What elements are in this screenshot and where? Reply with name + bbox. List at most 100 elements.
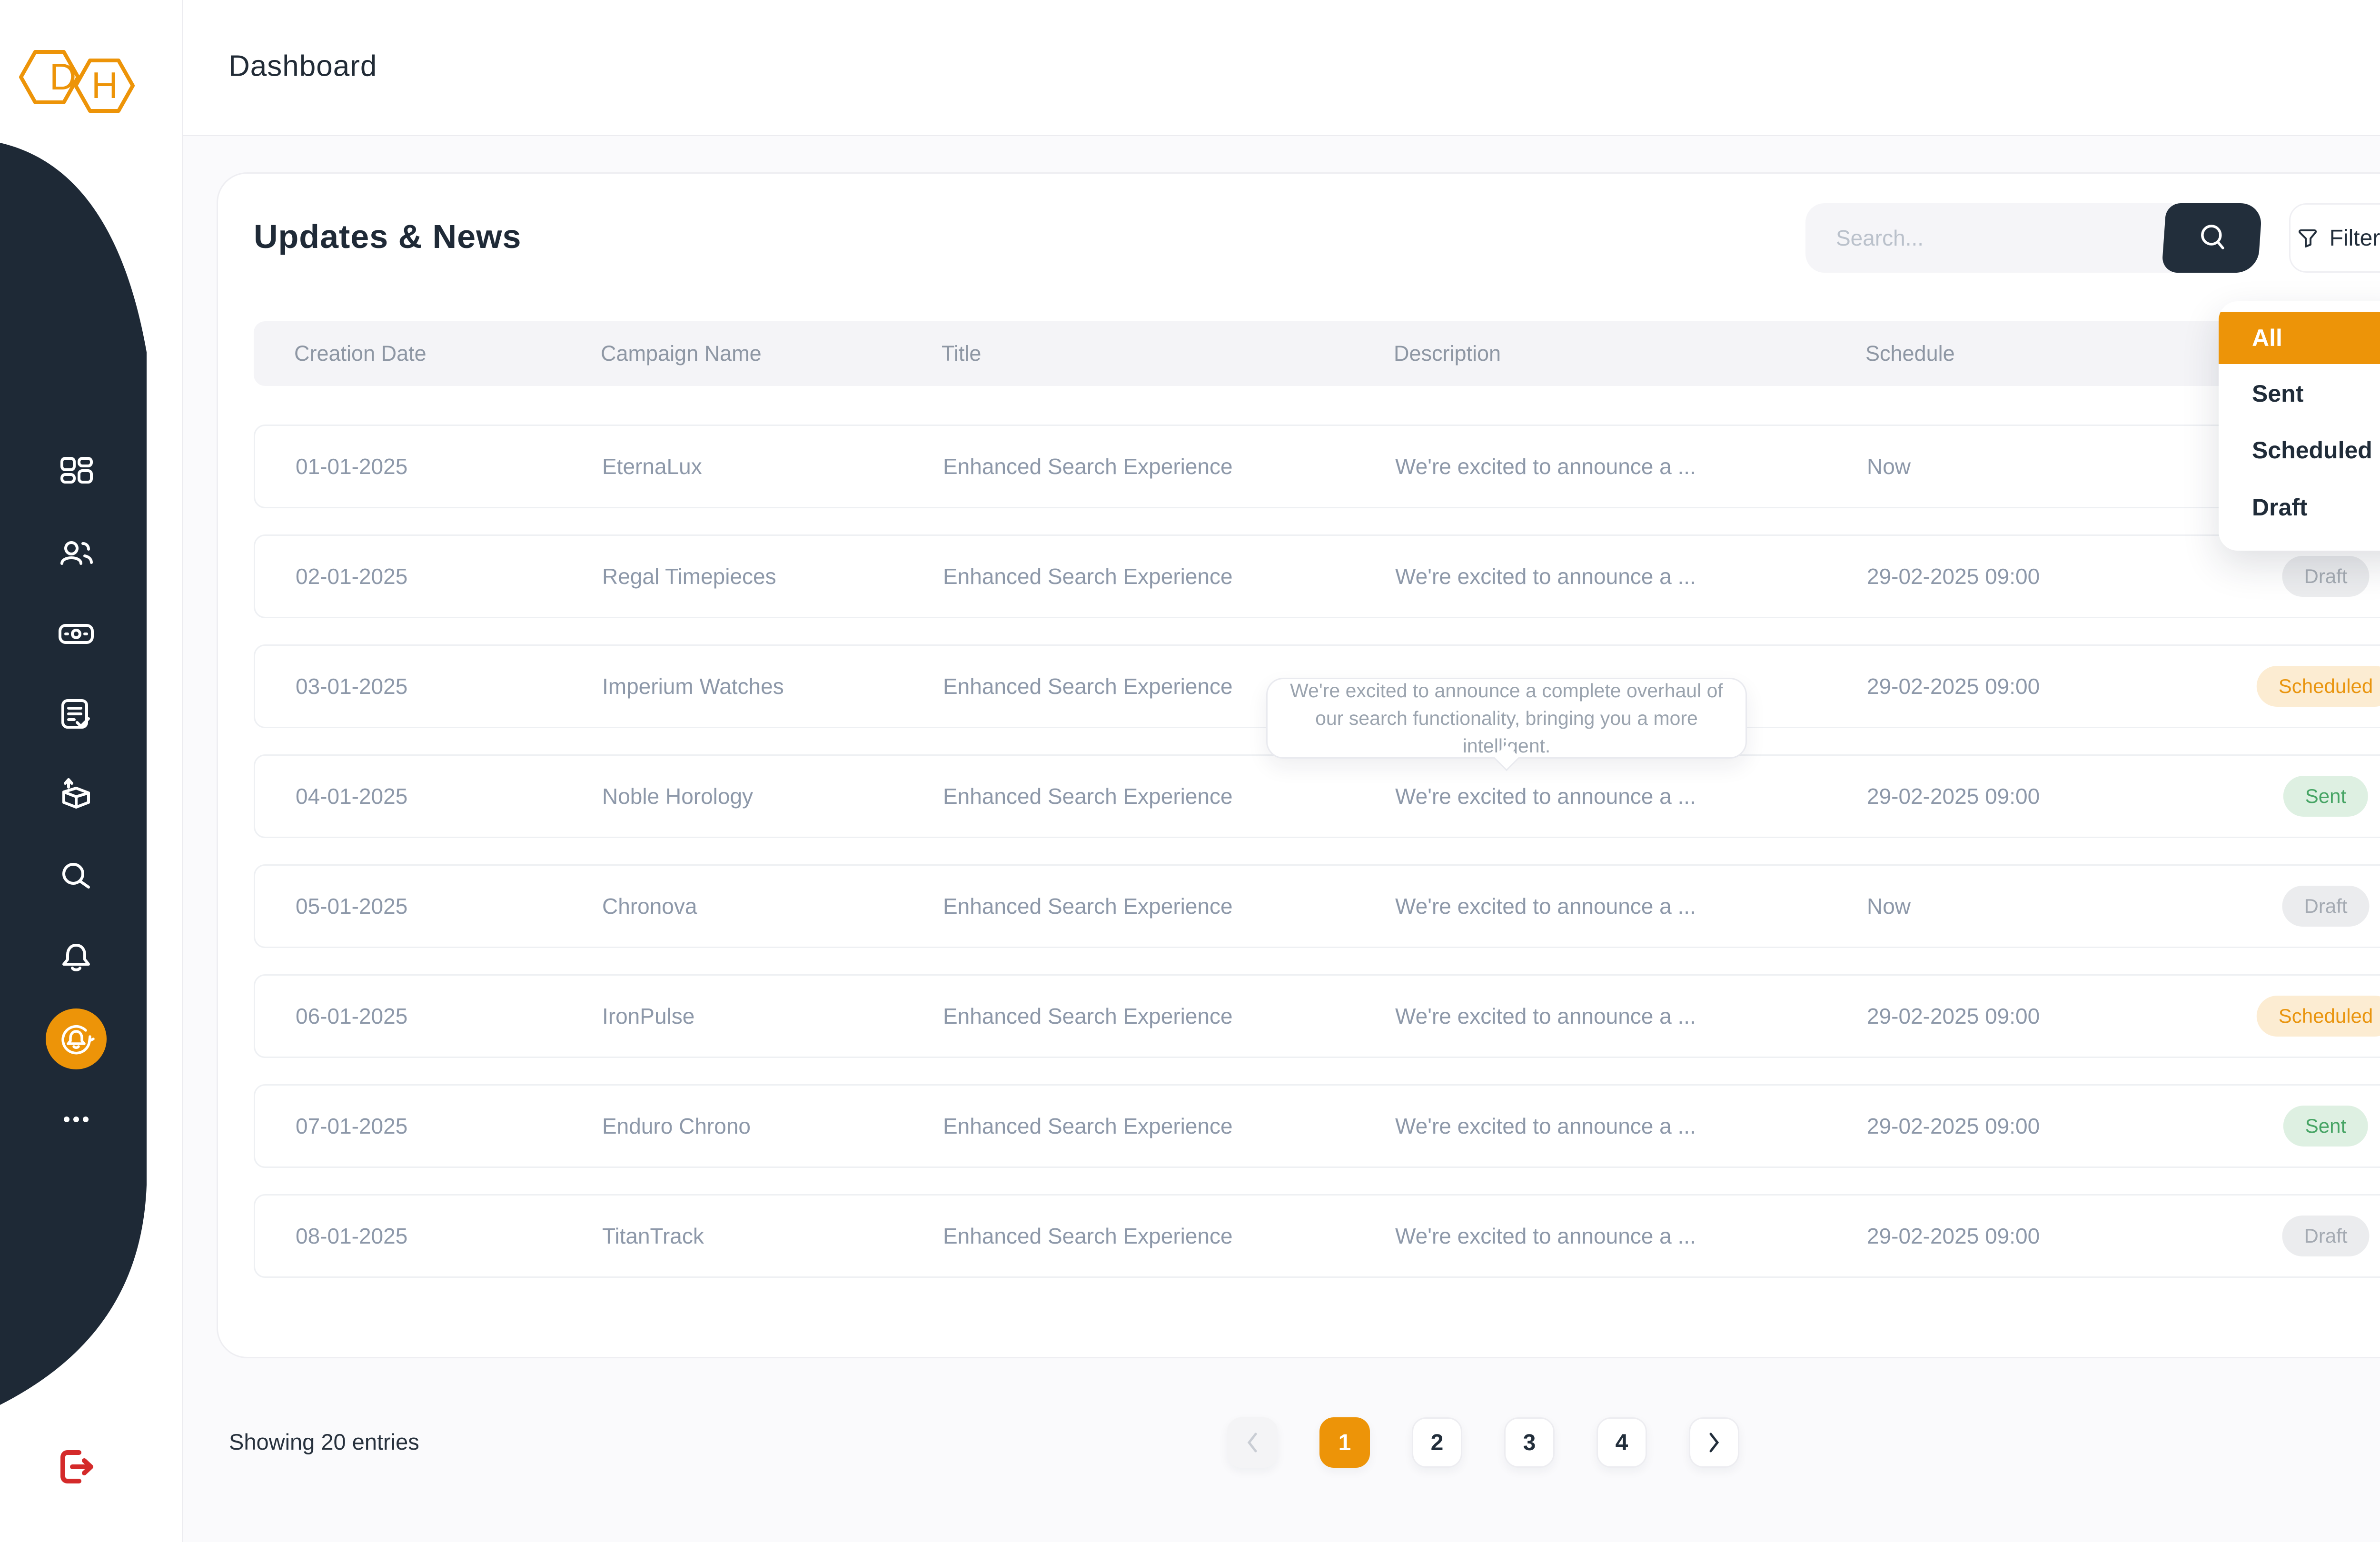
cell-date: 02-01-2025 — [296, 563, 407, 589]
cell-description: We're excited to announce a ... — [1395, 454, 1696, 479]
description-tooltip: We're excited to announce a complete ove… — [1266, 678, 1747, 759]
sidebar-item-notifications[interactable] — [55, 937, 97, 979]
col-schedule: Schedule — [1865, 341, 1955, 366]
funnel-icon — [2296, 227, 2319, 249]
pagination-page-4[interactable]: 4 — [1597, 1417, 1647, 1468]
col-creation-date: Creation Date — [294, 341, 426, 366]
logout-icon — [54, 1445, 98, 1489]
filter-dropdown: All Sent Scheduled Draft — [2219, 301, 2380, 551]
chevron-right-icon — [1705, 1430, 1724, 1455]
cell-description: We're excited to announce a ... — [1395, 1113, 1696, 1139]
cell-title: Enhanced Search Experience — [943, 1223, 1233, 1249]
filter-option-scheduled[interactable]: Scheduled — [2252, 436, 2372, 464]
cell-schedule: 29-02-2025 09:00 — [1867, 673, 2040, 699]
search-icon — [55, 856, 97, 898]
cell-description: We're excited to announce a ... — [1395, 783, 1696, 809]
col-description: Description — [1394, 341, 1501, 366]
sidebar-item-dashboard[interactable] — [55, 451, 97, 493]
cell-description: We're excited to announce a ... — [1395, 893, 1696, 919]
users-icon — [55, 532, 97, 574]
cell-schedule: Now — [1867, 454, 1911, 479]
pagination-page-1[interactable]: 1 — [1319, 1417, 1370, 1468]
table-row[interactable]: 06-01-2025 IronPulse Enhanced Search Exp… — [254, 974, 2380, 1058]
sidebar: D H — [0, 0, 183, 1542]
pagination-prev-button[interactable] — [1227, 1417, 1278, 1468]
updates-news-card: Updates & News Filter Create New — [217, 172, 2380, 1358]
table-row[interactable]: 02-01-2025 Regal Timepieces Enhanced Sea… — [254, 534, 2380, 618]
cell-title: Enhanced Search Experience — [943, 1113, 1233, 1139]
cell-description: We're excited to announce a ... — [1395, 1223, 1696, 1249]
app: D H — [0, 0, 2380, 1542]
cell-date: 03-01-2025 — [296, 673, 407, 699]
bell-icon — [55, 937, 97, 979]
campaign-bell-icon — [54, 1017, 98, 1061]
status-badge: Draft — [2282, 886, 2369, 927]
chevron-left-icon — [1243, 1430, 1262, 1455]
col-campaign-name: Campaign Name — [601, 341, 762, 366]
cell-description: We're excited to announce a ... — [1395, 1003, 1696, 1029]
status-badge: Sent — [2283, 1106, 2368, 1147]
logout-button[interactable] — [54, 1445, 98, 1489]
table-row[interactable]: 07-01-2025 Enduro Chrono Enhanced Search… — [254, 1084, 2380, 1168]
cell-schedule: 29-02-2025 09:00 — [1867, 1223, 2040, 1249]
sidebar-item-users[interactable] — [55, 532, 97, 574]
search-icon — [2192, 219, 2232, 257]
cell-campaign: Imperium Watches — [602, 673, 784, 699]
status-badge: Scheduled — [2257, 996, 2380, 1037]
search-button[interactable] — [2162, 203, 2262, 273]
cell-schedule: 29-02-2025 09:00 — [1867, 1003, 2040, 1029]
table-header: Creation Date Campaign Name Title Descri… — [254, 321, 2380, 386]
filter-option-all[interactable]: All — [2219, 312, 2380, 364]
cell-campaign: IronPulse — [602, 1003, 694, 1029]
status-badge: Sent — [2283, 776, 2368, 817]
pagination-page-2[interactable]: 2 — [1412, 1417, 1462, 1468]
col-title: Title — [942, 341, 981, 366]
sidebar-item-campaigns-active[interactable] — [46, 1008, 107, 1069]
cell-title: Enhanced Search Experience — [943, 673, 1233, 699]
cell-title: Enhanced Search Experience — [943, 893, 1233, 919]
sidebar-item-more[interactable] — [55, 1098, 97, 1140]
cell-date: 04-01-2025 — [296, 783, 407, 809]
cell-campaign: Regal Timepieces — [602, 563, 776, 589]
cell-title: Enhanced Search Experience — [943, 783, 1233, 809]
cell-title: Enhanced Search Experience — [943, 454, 1233, 479]
cell-date: 01-01-2025 — [296, 454, 407, 479]
status-badge: Scheduled — [2257, 666, 2380, 707]
cell-schedule: 29-02-2025 09:00 — [1867, 1113, 2040, 1139]
banknote-icon — [55, 613, 97, 655]
sidebar-item-tasks[interactable] — [55, 694, 97, 736]
cell-campaign: EternaLux — [602, 454, 702, 479]
pagination-page-3[interactable]: 3 — [1504, 1417, 1555, 1468]
cell-date: 05-01-2025 — [296, 893, 407, 919]
cell-date: 08-01-2025 — [296, 1223, 407, 1249]
filter-button[interactable]: Filter — [2289, 203, 2380, 273]
cell-title: Enhanced Search Experience — [943, 1003, 1233, 1029]
table-row[interactable]: 05-01-2025 Chronova Enhanced Search Expe… — [254, 864, 2380, 948]
cell-schedule: 29-02-2025 09:00 — [1867, 563, 2040, 589]
cell-campaign: Noble Horology — [602, 783, 753, 809]
page-title: Dashboard — [228, 49, 377, 83]
sidebar-item-payments[interactable] — [55, 613, 97, 655]
filter-option-draft[interactable]: Draft — [2252, 494, 2308, 521]
table-row[interactable]: 01-01-2025 EternaLux Enhanced Search Exp… — [254, 425, 2380, 508]
cell-schedule: Now — [1867, 893, 1911, 919]
table-row[interactable]: 08-01-2025 TitanTrack Enhanced Search Ex… — [254, 1194, 2380, 1278]
filter-label: Filter — [2330, 225, 2380, 251]
package-icon — [55, 775, 97, 817]
card-title: Updates & News — [254, 217, 521, 256]
sidebar-item-search[interactable] — [55, 856, 97, 898]
search-input[interactable] — [1805, 203, 2172, 273]
cell-date: 07-01-2025 — [296, 1113, 407, 1139]
status-badge: Draft — [2282, 556, 2369, 597]
cell-campaign: Enduro Chrono — [602, 1113, 751, 1139]
sidebar-item-products[interactable] — [55, 775, 97, 817]
cell-title: Enhanced Search Experience — [943, 563, 1233, 589]
pagination-next-button[interactable] — [1689, 1417, 1739, 1468]
filter-option-sent[interactable]: Sent — [2252, 380, 2303, 407]
dashboard-grid-icon — [55, 451, 97, 493]
ellipsis-icon — [55, 1098, 97, 1140]
clipboard-check-icon — [55, 694, 97, 736]
table-row[interactable]: 04-01-2025 Noble Horology Enhanced Searc… — [254, 754, 2380, 838]
status-badge: Draft — [2282, 1216, 2369, 1256]
cell-campaign: TitanTrack — [602, 1223, 704, 1249]
